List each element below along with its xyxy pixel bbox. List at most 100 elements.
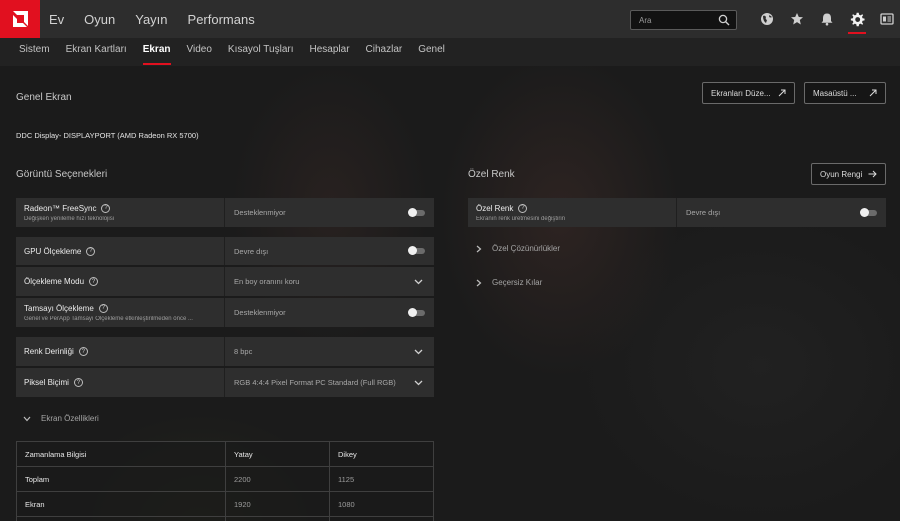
panel-layout-icon[interactable]: [872, 0, 900, 38]
custom-color-row: Özel Renk? Ekranın renk üretmesini değiş…: [468, 198, 886, 227]
chevron-down-icon[interactable]: [414, 278, 423, 286]
override-label: Geçersiz Kılar: [492, 278, 543, 287]
integer-scaling-row: Tamsayı Ölçekleme? Genel ve PerApp Tamsa…: [16, 298, 434, 327]
table-cell: 1125: [329, 466, 434, 492]
chevron-down-icon[interactable]: [414, 348, 423, 356]
integer-scaling-value: Desteklenmiyor: [234, 308, 286, 317]
help-icon[interactable]: ?: [89, 277, 99, 286]
freesync-value: Desteklenmiyor: [234, 208, 286, 217]
vertical-header: Dikey: [329, 441, 434, 467]
nav-item-oyun[interactable]: Oyun: [84, 12, 115, 27]
table-cell: 1080: [329, 491, 434, 517]
display-name: DDC Display- DISPLAYPORT (AMD Radeon RX …: [16, 131, 199, 140]
game-color-label: Oyun Rengi: [820, 169, 863, 179]
table-row: [16, 516, 434, 521]
nav-item-ev[interactable]: Ev: [49, 12, 64, 27]
search-icon[interactable]: [718, 14, 730, 28]
general-display-title: Genel Ekran: [16, 92, 72, 103]
top-icons: [752, 0, 900, 38]
display-settings-content: Genel Ekran Ekranları Düze... Masaüstü .…: [0, 0, 900, 521]
bell-icon[interactable]: [812, 0, 842, 38]
help-icon[interactable]: ?: [86, 246, 96, 256]
external-arrow-icon: [869, 89, 877, 97]
scaling-mode-row[interactable]: Ölçekleme Modu? En boy oranını koru: [16, 267, 434, 296]
top-bar: Ev Oyun Yayın Performans: [0, 0, 900, 38]
freesync-row: Radeon™ FreeSync? Değişken yenileme hızı…: [16, 198, 434, 227]
display-settings-button[interactable]: Ekranları Düze...: [702, 82, 795, 104]
horizontal-header: Yatay: [225, 441, 330, 467]
help-icon[interactable]: ?: [78, 347, 88, 356]
tab-genel[interactable]: Genel: [418, 38, 445, 66]
tab-kisayol-tuslari[interactable]: Kısayol Tuşları: [228, 38, 294, 66]
search-box[interactable]: [630, 10, 737, 30]
color-depth-label: Renk Derinliği: [24, 347, 74, 356]
pixel-format-row[interactable]: Piksel Biçimi? RGB 4:4:4 Pixel Format PC…: [16, 368, 434, 397]
table-row: Toplam 2200 1125: [16, 466, 434, 492]
table-row: Ekran 1920 1080: [16, 491, 434, 517]
custom-resolutions-label: Özel Çözünürlükler: [492, 244, 561, 253]
desktop-settings-label: Masaüstü ...: [813, 88, 857, 98]
scaling-mode-value: En boy oranını koru: [234, 277, 300, 286]
desktop-settings-button[interactable]: Masaüstü ...: [804, 82, 886, 104]
override-expander[interactable]: Geçersiz Kılar: [476, 278, 542, 287]
chevron-down-icon[interactable]: [414, 379, 423, 387]
color-depth-value: 8 bpc: [234, 347, 253, 356]
nav-item-yayin[interactable]: Yayın: [135, 12, 167, 27]
help-icon[interactable]: ?: [518, 203, 528, 213]
tab-sistem[interactable]: Sistem: [19, 38, 50, 66]
gpu-scaling-toggle[interactable]: [408, 246, 425, 255]
tab-cihazlar[interactable]: Cihazlar: [366, 38, 403, 66]
help-icon[interactable]: ?: [98, 303, 108, 313]
nav-item-performans[interactable]: Performans: [188, 12, 255, 27]
search-input[interactable]: [639, 15, 719, 25]
freesync-description: Değişken yenileme hızı teknolojisi: [24, 215, 115, 222]
integer-scaling-label: Tamsayı Ölçekleme: [24, 303, 94, 313]
pixel-format-label: Piksel Biçimi: [24, 378, 69, 387]
tab-video[interactable]: Video: [187, 38, 212, 66]
game-color-button[interactable]: Oyun Rengi: [811, 163, 886, 185]
table-cell: 1920: [225, 491, 330, 517]
integer-scaling-toggle[interactable]: [408, 307, 425, 317]
color-depth-row[interactable]: Renk Derinliği? 8 bpc: [16, 337, 434, 366]
table-cell: 2200: [225, 466, 330, 492]
star-icon[interactable]: [782, 0, 812, 38]
scaling-mode-label: Ölçekleme Modu: [24, 277, 85, 286]
globe-icon[interactable]: [752, 0, 782, 38]
table-cell: Toplam: [16, 466, 226, 492]
external-arrow-icon: [778, 89, 786, 97]
table-header-row: Zamanlama Bilgisi Yatay Dikey: [16, 441, 434, 467]
tab-hesaplar[interactable]: Hesaplar: [310, 38, 350, 66]
custom-color-title: Özel Renk: [468, 169, 515, 180]
gpu-scaling-row: GPU Ölçekleme? Devre dışı: [16, 237, 434, 265]
tab-ekran[interactable]: Ekran: [142, 38, 171, 66]
table-cell: [16, 516, 226, 521]
table-cell: [225, 516, 330, 521]
pixel-format-value: RGB 4:4:4 Pixel Format PC Standard (Full…: [234, 378, 396, 387]
custom-color-toggle[interactable]: [860, 207, 877, 217]
timing-header: Zamanlama Bilgisi: [16, 441, 226, 467]
amd-logo-icon[interactable]: [0, 0, 40, 38]
custom-color-value: Devre dışı: [686, 208, 721, 217]
tab-ekran-kartlari[interactable]: Ekran Kartları: [66, 38, 127, 66]
main-nav: Ev Oyun Yayın Performans: [49, 12, 275, 27]
custom-color-label: Özel Renk: [476, 203, 514, 213]
help-icon[interactable]: ?: [73, 378, 83, 387]
table-cell: [329, 516, 434, 521]
settings-tabs: Sistem Ekran Kartları Ekran Video Kısayo…: [0, 38, 900, 66]
display-settings-label: Ekranları Düze...: [711, 88, 771, 98]
gear-icon[interactable]: [842, 0, 872, 38]
custom-color-description: Ekranın renk üretmesini değiştirin: [476, 215, 566, 222]
gpu-scaling-label: GPU Ölçekleme: [24, 246, 82, 256]
chevron-right-icon: [476, 245, 482, 252]
freesync-toggle[interactable]: [408, 207, 425, 217]
screen-properties-expander[interactable]: Ekran Özellikleri: [23, 414, 99, 423]
table-cell: Ekran: [16, 491, 226, 517]
chevron-down-icon: [23, 416, 31, 421]
timing-table: Zamanlama Bilgisi Yatay Dikey Toplam 220…: [16, 441, 434, 521]
arrow-right-icon: [868, 170, 877, 178]
gpu-scaling-value: Devre dışı: [234, 246, 269, 256]
custom-resolutions-expander[interactable]: Özel Çözünürlükler: [476, 244, 560, 253]
screen-properties-label: Ekran Özellikleri: [41, 414, 99, 423]
help-icon[interactable]: ?: [101, 203, 111, 213]
display-options-title: Görüntü Seçenekleri: [16, 169, 108, 180]
